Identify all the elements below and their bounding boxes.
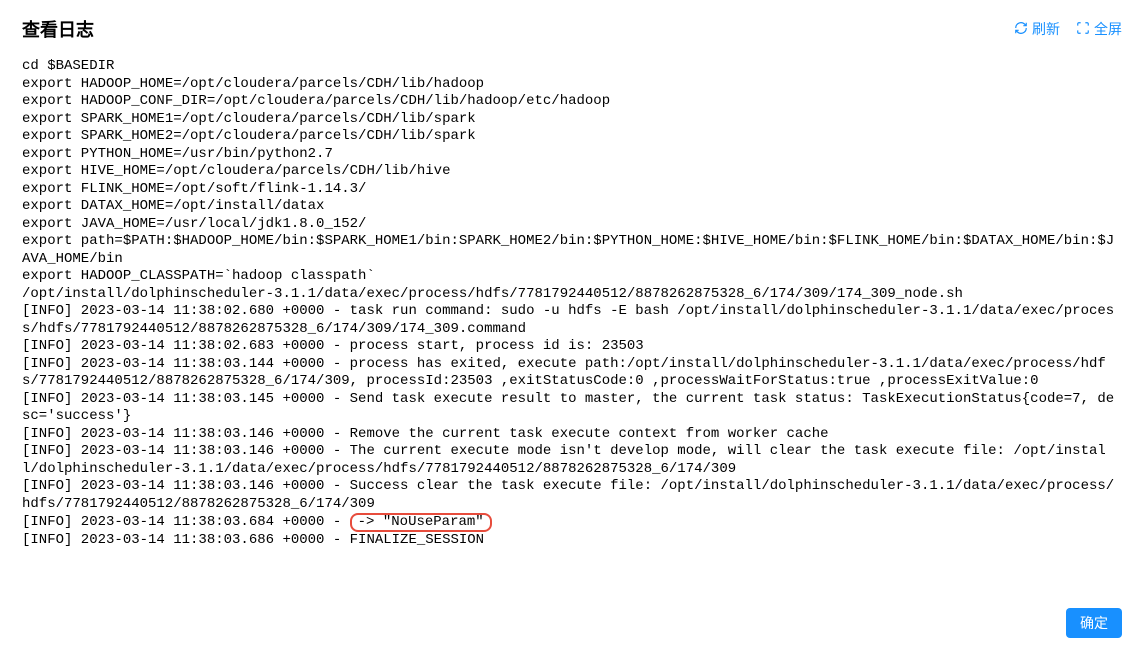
highlight-annotation: -> "NoUseParam" xyxy=(350,513,492,532)
refresh-label: 刷新 xyxy=(1032,19,1060,39)
log-line: export HADOOP_CLASSPATH=`hadoop classpat… xyxy=(22,268,1122,286)
log-line-highlighted: [INFO] 2023-03-14 11:38:03.684 +0000 - -… xyxy=(22,513,1122,532)
fullscreen-icon xyxy=(1076,21,1090,38)
header-actions: 刷新 全屏 xyxy=(1014,19,1122,39)
log-line: [INFO] 2023-03-14 11:38:03.144 +0000 - p… xyxy=(22,356,1122,391)
log-line: [INFO] 2023-03-14 11:38:03.686 +0000 - F… xyxy=(22,532,1122,550)
log-line: cd $BASEDIR xyxy=(22,58,1122,76)
log-line: export PYTHON_HOME=/usr/bin/python2.7 xyxy=(22,146,1122,164)
log-line: [INFO] 2023-03-14 11:38:03.146 +0000 - R… xyxy=(22,426,1122,444)
log-line: export path=$PATH:$HADOOP_HOME/bin:$SPAR… xyxy=(22,233,1122,268)
page-title: 查看日志 xyxy=(22,16,94,42)
log-line: export JAVA_HOME=/usr/local/jdk1.8.0_152… xyxy=(22,216,1122,234)
log-line: [INFO] 2023-03-14 11:38:02.683 +0000 - p… xyxy=(22,338,1122,356)
log-line: export HADOOP_CONF_DIR=/opt/cloudera/par… xyxy=(22,93,1122,111)
log-line: export FLINK_HOME=/opt/soft/flink-1.14.3… xyxy=(22,181,1122,199)
fullscreen-button[interactable]: 全屏 xyxy=(1076,19,1122,39)
log-line: [INFO] 2023-03-14 11:38:03.146 +0000 - T… xyxy=(22,443,1122,478)
log-line: [INFO] 2023-03-14 11:38:03.145 +0000 - S… xyxy=(22,391,1122,426)
log-line: export SPARK_HOME1=/opt/cloudera/parcels… xyxy=(22,111,1122,129)
log-line: [INFO] 2023-03-14 11:38:03.146 +0000 - S… xyxy=(22,478,1122,513)
log-line: export HIVE_HOME=/opt/cloudera/parcels/C… xyxy=(22,163,1122,181)
log-content: cd $BASEDIRexport HADOOP_HOME=/opt/cloud… xyxy=(0,50,1144,558)
fullscreen-label: 全屏 xyxy=(1094,19,1122,39)
refresh-button[interactable]: 刷新 xyxy=(1014,19,1060,39)
dialog-footer: 确定 xyxy=(1066,608,1122,638)
log-line: export HADOOP_HOME=/opt/cloudera/parcels… xyxy=(22,76,1122,94)
confirm-button[interactable]: 确定 xyxy=(1066,608,1122,638)
log-line: /opt/install/dolphinscheduler-3.1.1/data… xyxy=(22,286,1122,304)
log-line: [INFO] 2023-03-14 11:38:02.680 +0000 - t… xyxy=(22,303,1122,338)
log-line: export DATAX_HOME=/opt/install/datax xyxy=(22,198,1122,216)
dialog-header: 查看日志 刷新 全屏 xyxy=(0,0,1144,50)
refresh-icon xyxy=(1014,21,1028,38)
log-line: export SPARK_HOME2=/opt/cloudera/parcels… xyxy=(22,128,1122,146)
